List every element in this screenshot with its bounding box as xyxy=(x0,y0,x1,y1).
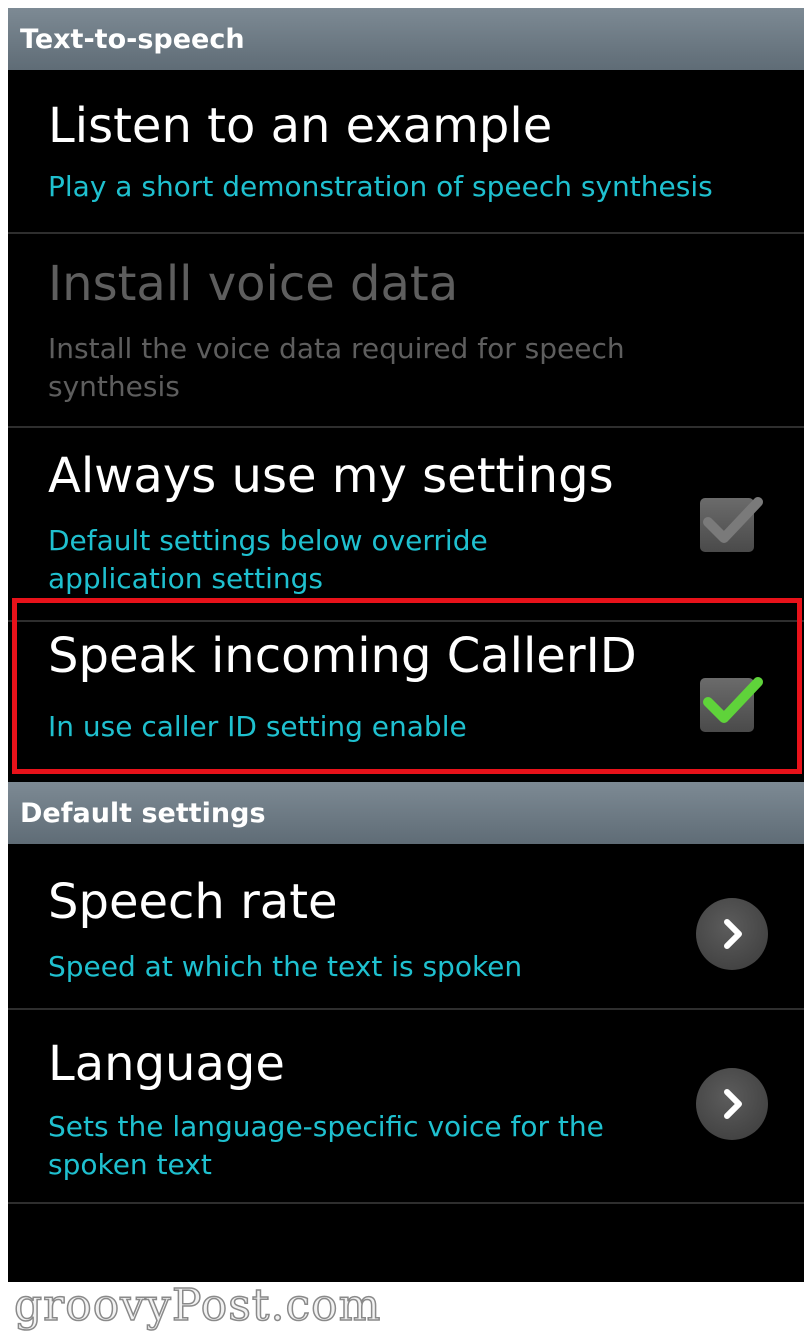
divider xyxy=(8,1202,804,1204)
setting-title: Listen to an example xyxy=(48,98,553,154)
section-header-default-settings: Default settings xyxy=(8,782,804,844)
settings-screen: Text-to-speech Listen to an example Play… xyxy=(8,8,804,1282)
watermark: groovyPost.com xyxy=(13,1279,382,1331)
section-header-text-to-speech: Text-to-speech xyxy=(8,8,804,70)
setting-title: Install voice data xyxy=(48,256,459,312)
setting-always-use-my-settings[interactable]: Always use my settings Default settings … xyxy=(8,428,804,598)
setting-subtitle: Default settings below override applicat… xyxy=(48,524,488,595)
setting-title: Always use my settings xyxy=(48,448,614,504)
chevron-right-icon[interactable] xyxy=(696,898,768,970)
setting-subtitle: Speed at which the text is spoken xyxy=(48,950,523,983)
setting-subtitle: Play a short demonstration of speech syn… xyxy=(48,170,713,203)
setting-speech-rate[interactable]: Speech rate Speed at which the text is s… xyxy=(8,844,804,1008)
setting-install-voice-data[interactable]: Install voice data Install the voice dat… xyxy=(8,234,804,426)
setting-title: Speech rate xyxy=(48,874,338,930)
setting-listen-example[interactable]: Listen to an example Play a short demons… xyxy=(8,70,804,232)
setting-subtitle: Install the voice data required for spee… xyxy=(48,332,625,403)
checkbox-icon[interactable] xyxy=(700,497,763,552)
section-header-label: Default settings xyxy=(20,797,266,829)
setting-subtitle: Sets the language-specific voice for the… xyxy=(48,1110,604,1181)
highlight-box xyxy=(12,598,802,774)
check-icon xyxy=(703,497,763,543)
section-header-label: Text-to-speech xyxy=(20,23,245,55)
setting-language[interactable]: Language Sets the language-specific voic… xyxy=(8,1010,804,1202)
setting-title: Language xyxy=(48,1036,285,1092)
chevron-right-icon[interactable] xyxy=(696,1068,768,1140)
